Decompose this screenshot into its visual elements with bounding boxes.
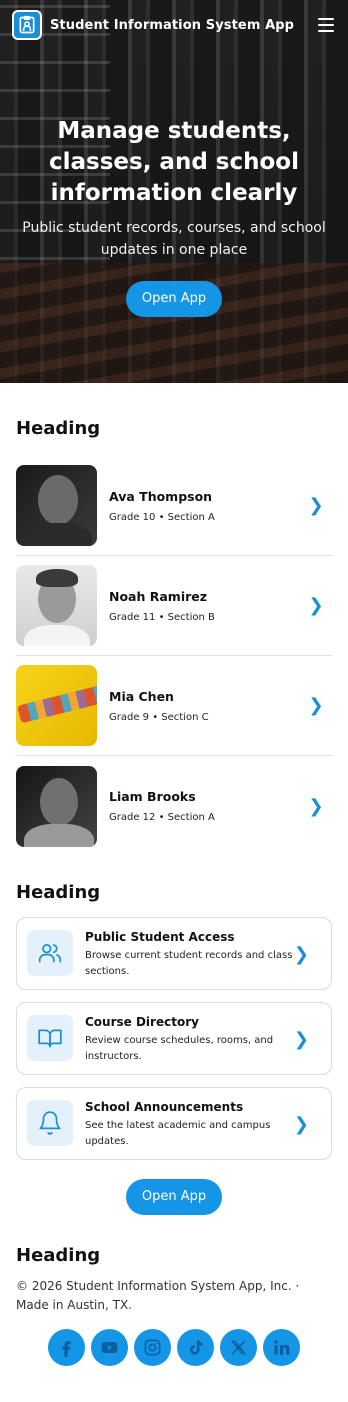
section-heading: Heading [16,1245,101,1266]
student-grade-section: Grade 10 • Section A [109,511,215,523]
social-links [16,1329,332,1366]
student-info: Mia Chen Grade 9 • Section C [109,689,306,723]
student-photo [16,565,97,646]
feature-list: Public Student Access Browse current stu… [16,917,332,1160]
student-name: Ava Thompson [109,488,213,504]
student-grade-section: Grade 12 • Section A [109,812,215,823]
feature-card-public-student-access[interactable]: Public Student Access Browse current stu… [16,917,332,990]
student-list: Ava Thompson Grade 10 • Section A ❯ Noah… [16,456,332,856]
cta-wrap: Open App [16,1179,332,1215]
student-row-liam-brooks[interactable]: Liam Brooks Grade 12 • Section A ❯ [16,756,332,856]
app-brand-name[interactable]: Student Information System App [50,18,294,33]
student-row-mia-chen[interactable]: Mia Chen Grade 9 • Section C ❯ [16,656,332,756]
chevron-right-icon[interactable]: ❯ [294,1114,309,1135]
x-icon[interactable] [220,1329,257,1366]
feature-text: Public Student Access Browse current stu… [85,930,294,980]
open-app-button[interactable]: Open App [125,281,223,317]
tiktok-icon[interactable] [177,1329,214,1366]
hero-subtitle: Public student records, courses, and sch… [22,220,326,258]
student-id-icon[interactable] [12,10,42,40]
hamburger-menu-icon[interactable] [318,18,334,32]
chevron-right-icon[interactable]: ❯ [306,595,326,616]
copyright-text: © 2026 Student Information System App, I… [16,1279,300,1312]
student-row-noah-ramirez[interactable]: Noah Ramirez Grade 11 • Section B ❯ [16,556,332,656]
student-name: Noah Ramirez [109,588,208,604]
student-photo [16,765,97,847]
student-photo [16,665,97,746]
section-heading: Heading [16,418,101,439]
hero-content: Manage students, classes, and school inf… [0,116,348,317]
students-section: Heading Ava Thompson Grade 10 • Section … [0,383,348,856]
chevron-right-icon[interactable]: ❯ [294,944,309,965]
section-heading: Heading [16,882,101,903]
book-icon [27,1015,73,1061]
feature-description: See the latest academic and campus updat… [85,1120,271,1147]
student-name: Liam Brooks [109,789,196,804]
feature-title: Course Directory [85,1015,199,1029]
feature-description: Review course schedules, rooms, and inst… [85,1035,274,1062]
youtube-icon[interactable] [91,1329,128,1366]
chevron-right-icon[interactable]: ❯ [306,495,326,516]
feature-text: Course Directory Review course schedules… [85,1015,294,1065]
student-info: Ava Thompson Grade 10 • Section A [109,489,306,523]
student-grade-section: Grade 11 • Section B [109,611,215,623]
open-app-button[interactable]: Open App [125,1179,223,1215]
facebook-icon[interactable] [48,1329,85,1366]
student-info: Liam Brooks Grade 12 • Section A [109,789,306,823]
chevron-right-icon[interactable]: ❯ [306,695,326,716]
student-photo [16,465,97,546]
feature-title: Public Student Access [85,930,235,944]
instagram-icon[interactable] [134,1329,171,1366]
feature-title: School Announcements [85,1100,244,1114]
bell-icon [27,1100,73,1146]
chevron-right-icon[interactable]: ❯ [306,796,326,817]
hero-section: Student Information System App Manage st… [0,0,348,383]
features-section: Heading Public Student Access Browse cur… [0,856,348,1215]
chevron-right-icon[interactable]: ❯ [294,1029,309,1050]
student-row-ava-thompson[interactable]: Ava Thompson Grade 10 • Section A ❯ [16,456,332,556]
linkedin-icon[interactable] [263,1329,300,1366]
feature-card-school-announcements[interactable]: School Announcements See the latest acad… [16,1087,332,1160]
student-info: Noah Ramirez Grade 11 • Section B [109,589,306,623]
top-bar: Student Information System App [12,10,334,40]
student-grade-section: Grade 9 • Section C [109,711,209,723]
users-icon [27,930,73,976]
feature-description: Browse current student records and class… [85,950,293,977]
feature-card-course-directory[interactable]: Course Directory Review course schedules… [16,1002,332,1075]
student-name: Mia Chen [109,688,174,704]
footer-section: Heading © 2026 Student Information Syste… [0,1215,348,1396]
feature-text: School Announcements See the latest acad… [85,1100,294,1150]
hero-title: Manage students, classes, and school inf… [48,118,299,206]
